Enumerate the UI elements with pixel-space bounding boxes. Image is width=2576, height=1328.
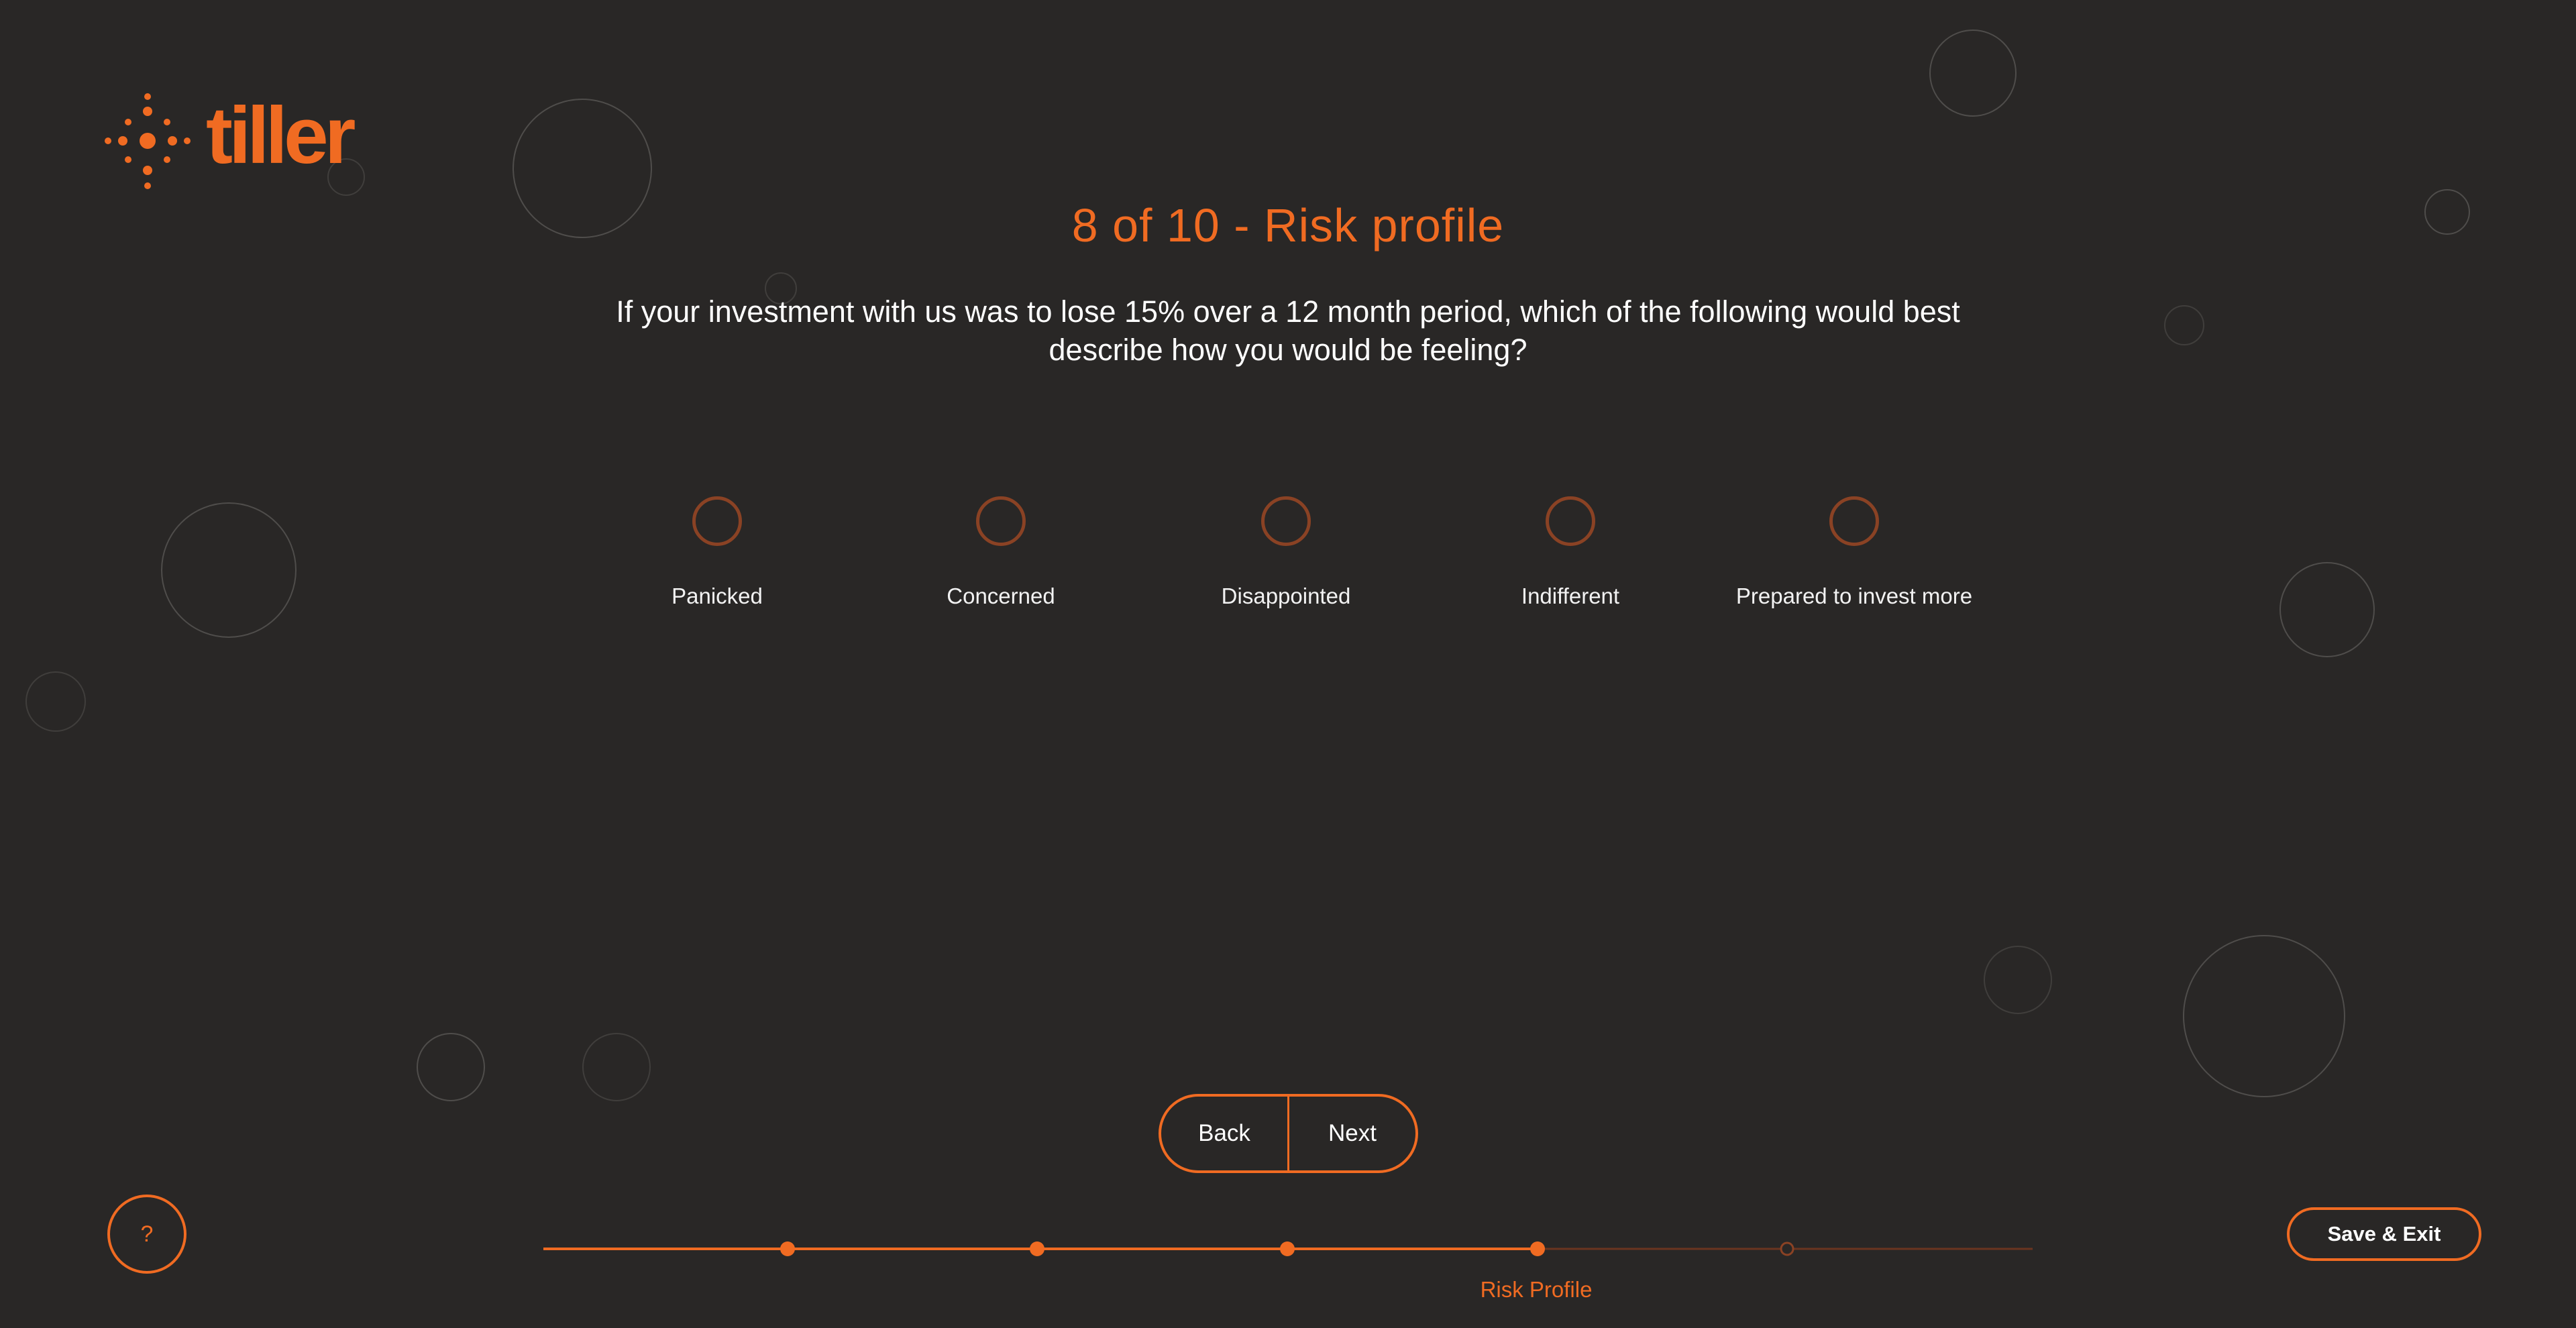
help-button[interactable]: ? [107,1195,186,1274]
decorative-circle [1984,946,2052,1014]
progress-step-dot-completed [1280,1241,1295,1256]
question-mark-icon: ? [140,1221,154,1247]
radio-button[interactable] [692,496,742,546]
progress-step-dot-current [1530,1241,1545,1256]
decorative-circle [161,502,297,638]
question-text: If your investment with us was to lose 1… [616,294,1960,367]
back-button[interactable]: Back [1161,1097,1287,1170]
radio-button[interactable] [1829,496,1879,546]
option-label: Concerned [947,584,1055,608]
decorative-circle [1929,30,2017,117]
decorative-circle [25,671,86,732]
option-disappointed[interactable]: Disappointed [1145,496,1427,609]
decorative-circle [2183,935,2345,1097]
back-next-group: Back Next [1159,1094,1418,1173]
option-label: Disappointed [1221,584,1351,608]
decorative-circle [417,1033,485,1101]
current-step-label: Risk Profile [1480,1277,1593,1302]
option-panicked[interactable]: Panicked [576,496,858,609]
save-exit-button[interactable]: Save & Exit [2287,1207,2481,1261]
option-label: Indifferent [1521,584,1620,608]
radio-button[interactable] [1546,496,1595,546]
option-label: Panicked [672,584,763,608]
decorative-circle [2279,562,2375,657]
radio-button[interactable] [976,496,1026,546]
next-button[interactable]: Next [1289,1097,1415,1170]
brand-name: tiller [206,91,356,180]
decorative-circle [2164,305,2204,345]
progress-step-dot-completed [1030,1241,1044,1256]
progress-step-dot-completed [780,1241,795,1256]
radio-button[interactable] [1261,496,1311,546]
option-prepared-to-invest-more[interactable]: Prepared to invest more [1713,496,1995,609]
page-title: 8 of 10 - Risk profile [1071,199,1505,252]
decorative-circle [582,1033,651,1101]
progress-step-dot-upcoming [1780,1241,1794,1256]
tiller-dots-logo-icon [105,93,191,189]
option-indifferent[interactable]: Indifferent [1430,496,1711,609]
option-concerned[interactable]: Concerned [860,496,1142,609]
option-label: Prepared to invest more [1735,584,1973,608]
